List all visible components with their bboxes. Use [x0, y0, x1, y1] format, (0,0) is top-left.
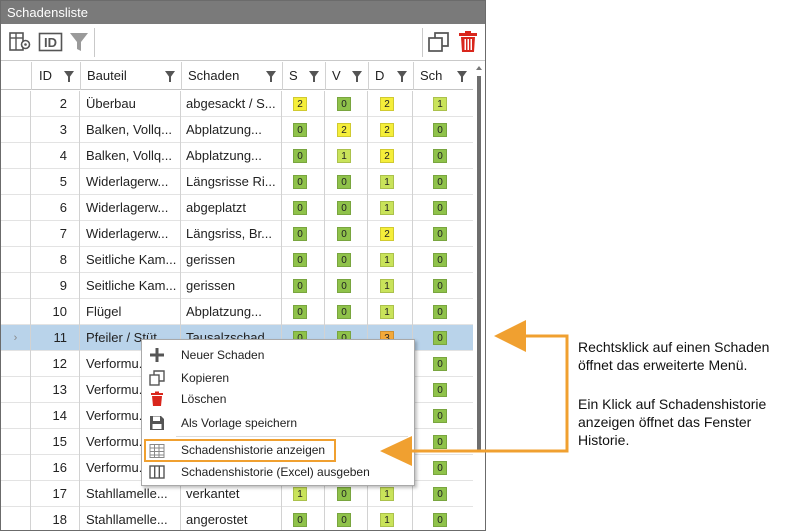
- arrow-to-selected-row: [494, 320, 569, 352]
- callout-arrows: [380, 320, 569, 466]
- annotation-text-2: Ein Klick auf Schadenshistorie anzeigen …: [578, 396, 767, 448]
- annotation-text-1: Rechtsklick auf einen Schaden öffnet das…: [578, 339, 770, 373]
- arrow-to-menu-item: [380, 339, 569, 466]
